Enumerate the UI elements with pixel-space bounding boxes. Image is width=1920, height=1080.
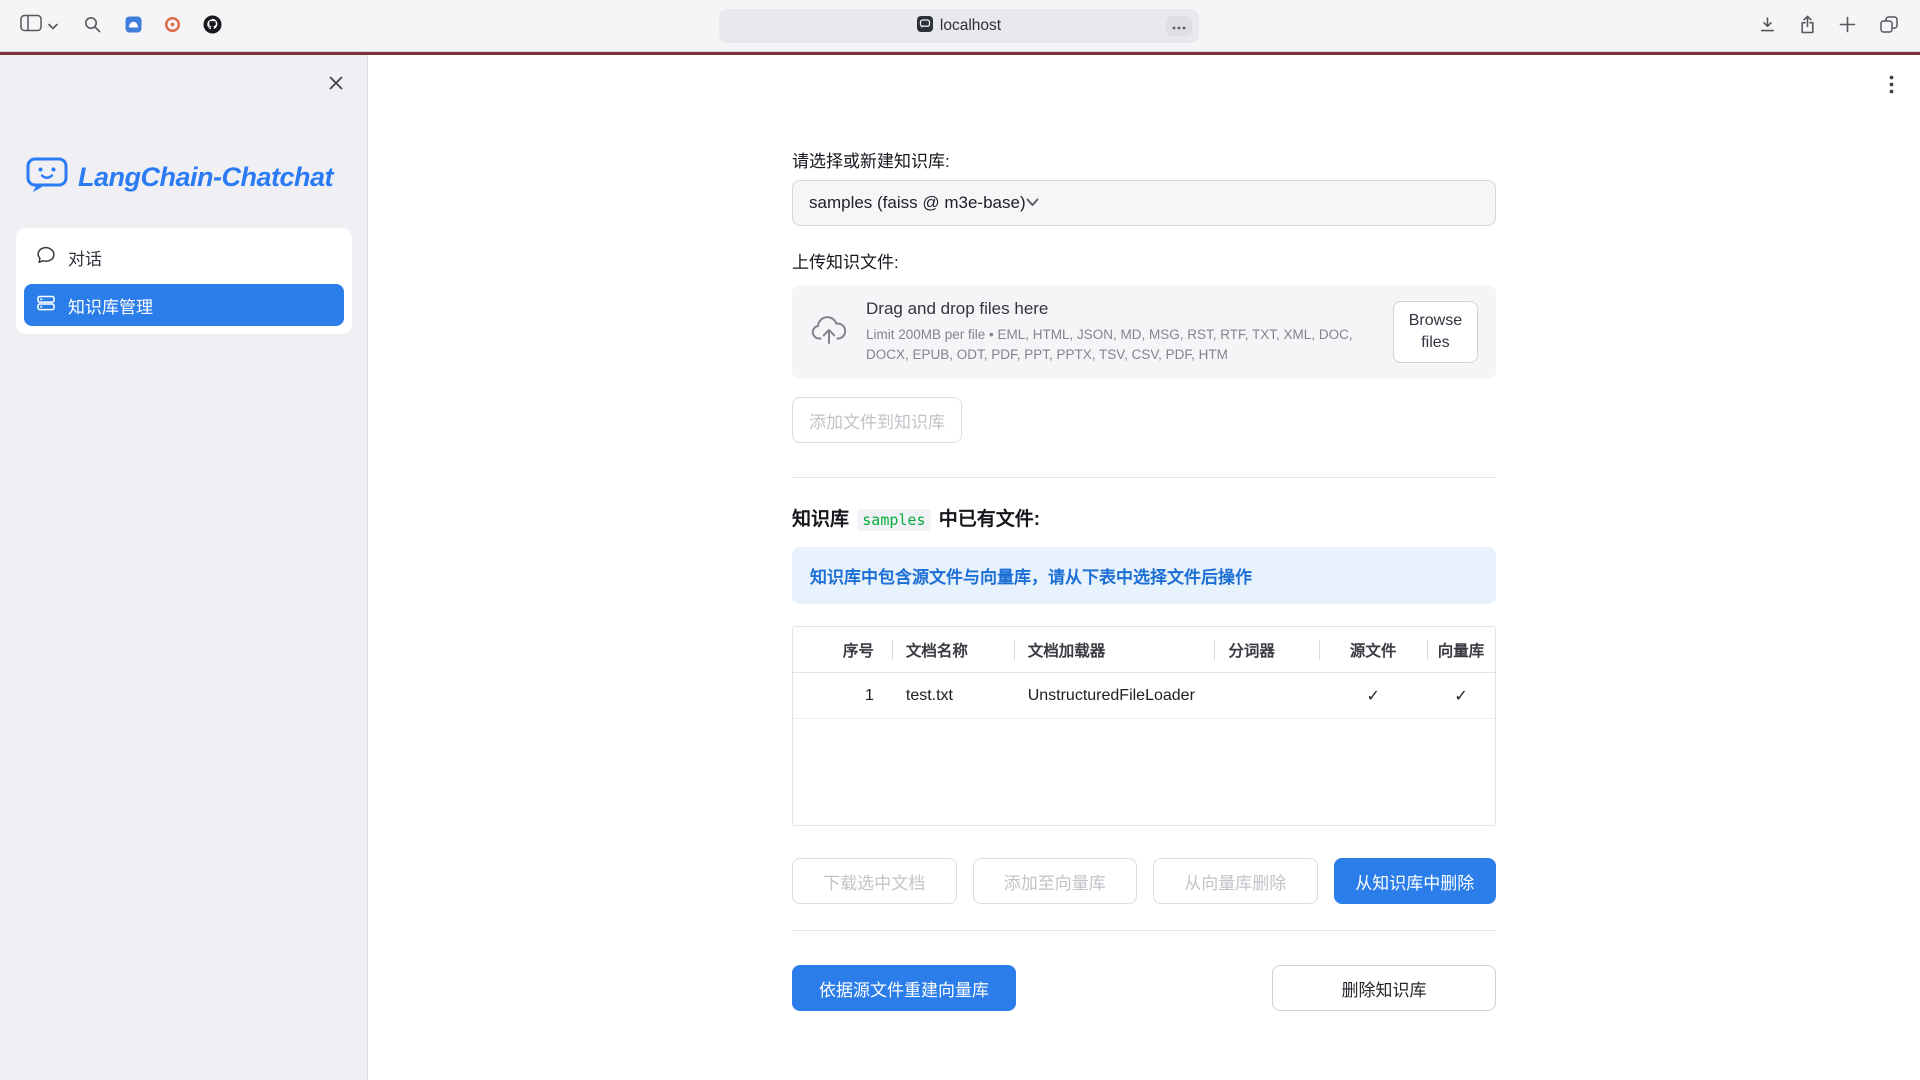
search-button[interactable] (84, 16, 101, 36)
info-banner: 知识库中包含源文件与向量库，请从下表中选择文件后操作 (792, 547, 1496, 604)
kb-bottom-actions: 依据源文件重建向量库 删除知识库 (792, 965, 1496, 1011)
browser-toolbar: localhost (0, 0, 1920, 52)
close-icon (328, 79, 344, 94)
nav-item-label: 对话 (68, 245, 102, 270)
kb-select-label: 请选择或新建知识库: (792, 147, 1496, 172)
downloads-button[interactable] (1759, 16, 1776, 36)
file-actions-row: 下载选中文档 添加至向量库 从向量库删除 从知识库中删除 (792, 858, 1496, 904)
remove-from-vector-store-button[interactable]: 从向量库删除 (1153, 858, 1318, 904)
table-header-source-file: 源文件 (1319, 627, 1427, 672)
logo-text: LangChain-Chatchat (78, 162, 333, 193)
nav-item-chat[interactable]: 对话 (24, 236, 344, 278)
kb-files-heading-suffix: 中已有文件: (934, 509, 1041, 530)
sidebar-panel-icon (20, 14, 42, 37)
cell-index: 1 (793, 673, 892, 718)
chevron-down-icon (1026, 194, 1039, 212)
cell-loader: UnstructuredFileLoader (1014, 673, 1215, 718)
extension-button-blue[interactable] (125, 16, 142, 36)
cell-source-file-check: ✓ (1319, 673, 1427, 718)
share-button[interactable] (1800, 15, 1815, 37)
kb-select[interactable]: samples (faiss @ m3e-base) (792, 180, 1496, 226)
sidebar-toggle-button[interactable] (20, 14, 58, 37)
table-row[interactable]: 1 test.txt UnstructuredFileLoader ✓ ✓ (793, 673, 1495, 719)
new-tab-button[interactable] (1839, 16, 1856, 36)
kebab-menu-icon (1889, 82, 1894, 97)
kb-files-heading-prefix: 知识库 (792, 509, 854, 530)
divider (792, 930, 1496, 931)
logo-chat-bubble-icon (26, 155, 68, 200)
chat-bubble-icon (36, 245, 56, 270)
kb-name-code: samples (857, 509, 930, 531)
site-favicon (917, 16, 933, 37)
add-to-vector-store-button[interactable]: 添加至向量库 (973, 858, 1138, 904)
kb-management-page: 请选择或新建知识库: samples (faiss @ m3e-base) 上传… (792, 55, 1496, 1011)
browse-files-button[interactable]: Browse files (1393, 301, 1478, 363)
table-header-loader: 文档加载器 (1014, 627, 1215, 672)
address-url: localhost (940, 17, 1001, 35)
github-icon (203, 15, 222, 37)
app-menu-button[interactable] (1885, 71, 1898, 101)
app-logo: LangChain-Chatchat (26, 155, 368, 200)
upload-label: 上传知识文件: (792, 248, 1496, 273)
sidebar: LangChain-Chatchat 对话 知识库管理 (0, 55, 368, 1080)
kb-files-table: 序号 文档名称 文档加载器 分词器 源文件 向量库 1 test.txt Uns… (792, 626, 1496, 826)
file-dropzone[interactable]: Drag and drop files here Limit 200MB per… (792, 285, 1496, 379)
download-icon (1759, 16, 1776, 36)
extension-button-orange[interactable] (164, 16, 181, 36)
blue-extension-icon (125, 16, 142, 36)
plus-icon (1839, 16, 1856, 36)
table-header-vector-store: 向量库 (1427, 627, 1495, 672)
search-icon (84, 16, 101, 36)
kb-select-value: samples (faiss @ m3e-base) (809, 193, 1026, 213)
github-extension-button[interactable] (203, 15, 222, 37)
delete-from-kb-button[interactable]: 从知识库中删除 (1334, 858, 1497, 904)
sidebar-nav: 对话 知识库管理 (16, 228, 352, 334)
cell-splitter (1214, 673, 1319, 718)
cloud-upload-icon (810, 315, 848, 350)
kb-files-heading: 知识库 samples 中已有文件: (792, 504, 1496, 531)
sidebar-close-button[interactable] (324, 71, 348, 98)
orange-ring-extension-icon (164, 16, 181, 36)
table-header-row: 序号 文档名称 文档加载器 分词器 源文件 向量库 (793, 627, 1495, 673)
address-bar[interactable]: localhost (719, 9, 1199, 43)
table-header-doc-name: 文档名称 (892, 627, 1014, 672)
dropzone-limit-text: Limit 200MB per file • EML, HTML, JSON, … (866, 325, 1375, 364)
address-more-button[interactable] (1166, 16, 1192, 36)
download-selected-button[interactable]: 下载选中文档 (792, 858, 957, 904)
add-files-to-kb-button[interactable]: 添加文件到知识库 (792, 397, 962, 443)
nav-item-kb-management[interactable]: 知识库管理 (24, 284, 344, 326)
dropzone-text: Drag and drop files here Limit 200MB per… (866, 299, 1375, 364)
cell-doc-name: test.txt (892, 673, 1014, 718)
cell-vector-store-check: ✓ (1427, 673, 1495, 718)
tabs-icon (1880, 16, 1898, 36)
table-header-splitter: 分词器 (1214, 627, 1319, 672)
delete-kb-button[interactable]: 删除知识库 (1272, 965, 1496, 1011)
nav-item-label: 知识库管理 (68, 293, 153, 318)
dropzone-title: Drag and drop files here (866, 299, 1375, 319)
divider (792, 477, 1496, 478)
chevron-down-icon (48, 17, 58, 35)
ellipsis-icon (1172, 17, 1186, 35)
tab-overview-button[interactable] (1880, 16, 1898, 36)
table-header-index: 序号 (793, 627, 892, 672)
knowledge-base-icon (36, 293, 56, 318)
share-icon (1800, 15, 1815, 37)
rebuild-vector-store-button[interactable]: 依据源文件重建向量库 (792, 965, 1016, 1011)
main-content: 请选择或新建知识库: samples (faiss @ m3e-base) 上传… (368, 55, 1920, 1080)
